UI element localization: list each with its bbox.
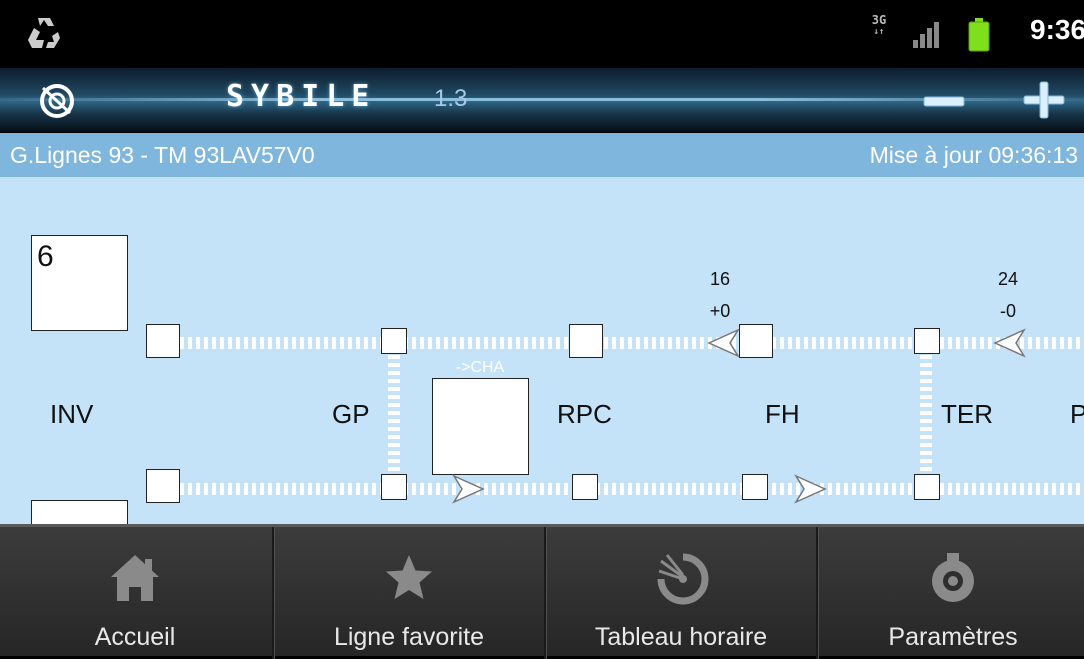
lower-track (180, 483, 1084, 495)
network-type-indicator: 3G ↓↑ (867, 14, 891, 38)
vehicle-arrow-left-16[interactable] (706, 328, 740, 358)
zoom-in-button[interactable] (1022, 80, 1066, 120)
station-name: P (1070, 399, 1084, 429)
station-name: GP (332, 399, 370, 429)
nav-label: Tableau horaire (594, 623, 768, 651)
plus-icon (1023, 81, 1065, 119)
stop-ter-lower[interactable] (914, 474, 940, 500)
battery-icon (968, 18, 990, 52)
station-name: TER (941, 399, 993, 429)
station-name: RPC (557, 399, 612, 429)
vehicle-count-box[interactable]: 6 (31, 235, 128, 331)
vehicle-count-box-lower[interactable] (31, 500, 128, 527)
stop-rpc-upper[interactable] (569, 324, 603, 358)
upper-track (180, 337, 1084, 349)
app-logo-icon[interactable] (38, 82, 76, 120)
vehicle-box-gp[interactable] (432, 378, 529, 475)
status-bar: 3G ↓↑ 9:36 (0, 0, 1084, 68)
connector-track-gp (388, 355, 400, 475)
star-icon (386, 555, 432, 599)
nav-accueil[interactable]: Accueil (0, 527, 270, 659)
stop-fh-upper[interactable] (739, 324, 773, 358)
stop-inv-upper[interactable] (146, 324, 180, 358)
app-version: 1.3 (434, 85, 468, 112)
nav-tableau-horaire[interactable]: Tableau horaire (544, 527, 816, 659)
zoom-out-button[interactable] (920, 84, 968, 118)
vehicle-count-value: 6 (37, 240, 54, 273)
vehicle-number: 24 (997, 269, 1019, 289)
station-name: FH (765, 399, 800, 429)
stop-inv-lower[interactable] (146, 469, 180, 503)
destination-label: ->CHA (455, 359, 505, 376)
app-bar: SYBILE 1.3 (0, 68, 1084, 132)
line-title: G.Lignes 93 - TM 93LAV57V0 (10, 142, 315, 168)
data-arrows-icon: ↓↑ (873, 27, 885, 37)
nav-label: Accueil (94, 623, 176, 651)
vehicle-arrow-left-24[interactable] (992, 328, 1026, 358)
schedule-clock-icon (657, 553, 709, 605)
settings-gear-icon (932, 553, 974, 602)
info-bar: G.Lignes 93 - TM 93LAV57V0 Mise à jour 0… (0, 133, 1084, 177)
signal-icon (913, 22, 939, 48)
connector-track-ter (920, 355, 932, 475)
network-type-label: 3G (871, 13, 887, 27)
vehicle-offset: +0 (709, 301, 731, 321)
minus-icon (923, 96, 965, 107)
app-name: SYBILE (226, 79, 377, 114)
bottom-nav: Accueil Ligne favorite Tableau horaire P… (0, 524, 1084, 659)
vehicle-number: 16 (709, 269, 731, 289)
recycle-icon (28, 18, 60, 48)
nav-label: Ligne favorite (333, 623, 485, 651)
home-icon (111, 555, 159, 601)
update-time: Mise à jour 09:36:13 (869, 142, 1078, 168)
vehicle-arrow-right-gp[interactable] (452, 474, 486, 504)
stop-gp-upper[interactable] (381, 328, 407, 354)
stop-rpc-lower[interactable] (572, 474, 598, 500)
station-name: INV (50, 399, 94, 429)
stop-ter-upper[interactable] (914, 328, 940, 354)
vehicle-arrow-right-fh[interactable] (794, 474, 828, 504)
line-diagram[interactable]: 6 ->CHA 16 +0 24 -0 INV GP RPC FH TER P (0, 177, 1084, 527)
stop-gp-lower[interactable] (381, 474, 407, 500)
nav-ligne-favorite[interactable]: Ligne favorite (272, 527, 544, 659)
stop-fh-lower[interactable] (742, 474, 768, 500)
vehicle-offset: -0 (999, 301, 1016, 321)
nav-parametres[interactable]: Paramètres (816, 527, 1084, 659)
status-clock: 9:36 (1030, 14, 1084, 45)
nav-label: Paramètres (888, 623, 1018, 651)
